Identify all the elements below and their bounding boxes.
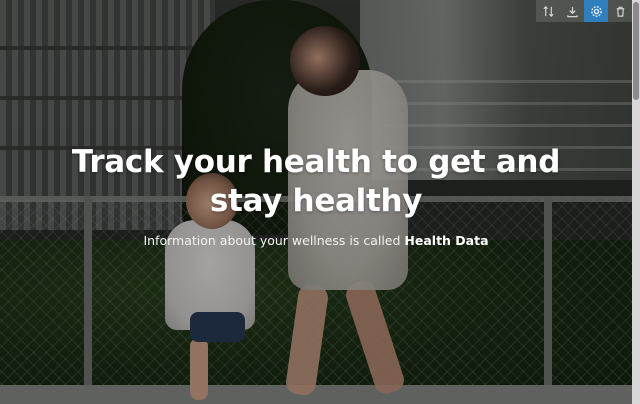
sort-arrows-icon[interactable] (536, 0, 560, 22)
gear-icon[interactable] (584, 0, 608, 22)
vertical-scrollbar[interactable] (632, 0, 640, 404)
hero-subtitle: Information about your wellness is calle… (60, 232, 572, 250)
scrollbar-thumb[interactable] (633, 2, 639, 100)
hero-subtitle-text: Information about your wellness is calle… (143, 233, 405, 248)
hero-subtitle-emphasis: Health Data (404, 233, 489, 248)
editor-toolbar (536, 0, 632, 22)
hero-headline: Track your health to get and stay health… (71, 144, 561, 219)
hero-section: Track your health to get and stay health… (0, 0, 640, 404)
trash-icon[interactable] (608, 0, 632, 22)
download-icon[interactable] (560, 0, 584, 22)
